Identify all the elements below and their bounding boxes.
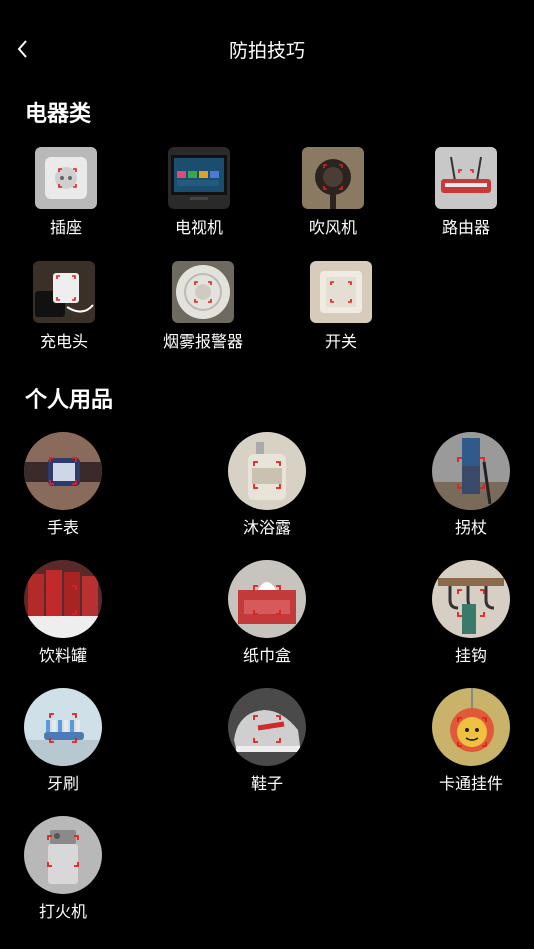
item-label: 打火机 bbox=[38, 902, 87, 921]
toothbrush-icon bbox=[24, 688, 102, 766]
switch-icon bbox=[310, 261, 372, 323]
item-label: 卡通挂件 bbox=[438, 774, 503, 793]
item-label: 沐浴露 bbox=[242, 518, 291, 537]
item-cane[interactable]: 拐杖 bbox=[411, 432, 531, 538]
item-label: 饮料罐 bbox=[38, 646, 87, 665]
shoe-icon bbox=[228, 688, 306, 766]
socket-icon bbox=[35, 147, 97, 209]
section-title-personal: 个人用品 bbox=[25, 388, 114, 413]
tv-icon bbox=[168, 147, 230, 209]
item-label: 路由器 bbox=[441, 218, 490, 237]
tissue-box-icon bbox=[228, 560, 306, 638]
item-label: 纸巾盒 bbox=[242, 646, 291, 665]
item-label: 充电头 bbox=[39, 332, 88, 351]
item-watch[interactable]: 手表 bbox=[3, 432, 123, 538]
item-hair-dryer[interactable]: 吹风机 bbox=[278, 147, 388, 238]
item-label: 插座 bbox=[49, 218, 82, 237]
item-label: 开关 bbox=[324, 332, 357, 351]
item-tv[interactable]: 电视机 bbox=[144, 147, 254, 238]
item-label: 手表 bbox=[46, 518, 79, 537]
item-shoe[interactable]: 鞋子 bbox=[207, 688, 327, 794]
hair-dryer-icon bbox=[302, 147, 364, 209]
item-hook[interactable]: 挂钩 bbox=[411, 560, 531, 666]
top-bar: 防拍技巧 bbox=[0, 0, 534, 100]
watch-icon bbox=[24, 432, 102, 510]
item-beverage-can[interactable]: 饮料罐 bbox=[3, 560, 123, 666]
cane-icon bbox=[432, 432, 510, 510]
body-wash-icon bbox=[228, 432, 306, 510]
section-title-appliances: 电器类 bbox=[25, 102, 92, 127]
smoke-alarm-icon bbox=[172, 261, 234, 323]
lighter-icon bbox=[24, 816, 102, 894]
item-label: 鞋子 bbox=[250, 774, 283, 793]
charger-icon bbox=[33, 261, 95, 323]
beverage-can-icon bbox=[24, 560, 102, 638]
item-label: 烟雾报警器 bbox=[162, 332, 243, 351]
item-smoke-alarm[interactable]: 烟雾报警器 bbox=[148, 261, 258, 352]
item-socket[interactable]: 插座 bbox=[11, 147, 121, 238]
item-lighter[interactable]: 打火机 bbox=[3, 816, 123, 922]
cartoon-pendant-icon bbox=[432, 688, 510, 766]
item-switch[interactable]: 开关 bbox=[286, 261, 396, 352]
item-label: 挂钩 bbox=[454, 646, 487, 665]
item-cartoon-pendant[interactable]: 卡通挂件 bbox=[411, 688, 531, 794]
item-body-wash[interactable]: 沐浴露 bbox=[207, 432, 327, 538]
router-icon bbox=[435, 147, 497, 209]
item-label: 牙刷 bbox=[46, 774, 79, 793]
item-charger[interactable]: 充电头 bbox=[9, 261, 119, 352]
page-title: 防拍技巧 bbox=[228, 40, 305, 62]
item-toothbrush[interactable]: 牙刷 bbox=[3, 688, 123, 794]
item-label: 拐杖 bbox=[454, 518, 487, 537]
hook-icon bbox=[432, 560, 510, 638]
item-label: 吹风机 bbox=[308, 218, 357, 237]
item-label: 电视机 bbox=[174, 218, 223, 237]
item-tissue-box[interactable]: 纸巾盒 bbox=[207, 560, 327, 666]
item-router[interactable]: 路由器 bbox=[411, 147, 521, 238]
